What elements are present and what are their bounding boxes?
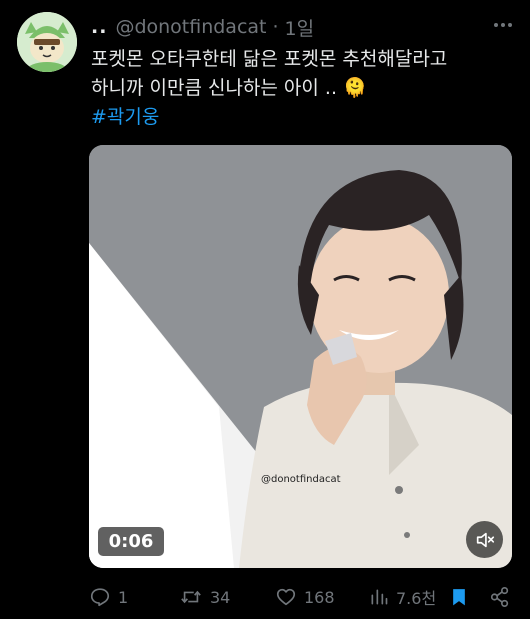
views-count: 7.6천 <box>396 589 437 608</box>
more-options-button[interactable] <box>490 13 516 37</box>
retweet-count: 34 <box>210 587 231 607</box>
avatar[interactable] <box>17 12 77 72</box>
hashtag-link[interactable]: #곽기웅 <box>91 103 511 132</box>
video-frame <box>89 145 512 568</box>
speaker-muted-icon <box>476 532 494 547</box>
bookmark-icon <box>453 589 465 606</box>
author-handle[interactable]: @donotfindacat <box>115 16 266 38</box>
views-chart-icon <box>371 589 388 605</box>
like-button[interactable]: 168 <box>275 583 335 611</box>
tweet-header: .. @donotfindacat · 1일 <box>91 13 516 41</box>
separator-dot: · <box>272 16 279 38</box>
tweet-actions: 1 34 168 7.6천 <box>89 583 514 611</box>
reply-button[interactable]: 1 <box>89 583 128 611</box>
video-timer: 0:06 <box>98 527 164 556</box>
mute-button[interactable] <box>466 521 503 558</box>
views-button[interactable]: 7.6천 <box>369 583 436 611</box>
avatar-image <box>17 12 77 72</box>
heart-icon <box>276 588 296 606</box>
reply-count: 1 <box>118 587 129 607</box>
retweet-button[interactable]: 34 <box>179 583 230 611</box>
tweet-text-line: 하니까 이만큼 신나하는 아이 .. 🫠 <box>91 77 367 99</box>
more-icon <box>494 23 512 27</box>
share-icon <box>490 587 509 607</box>
tweet-text-line: 포켓몬 오타쿠한테 닮은 포켓몬 추천해달라고 <box>91 48 448 70</box>
bookmark-button[interactable] <box>449 583 476 611</box>
share-button[interactable] <box>489 583 518 611</box>
reply-icon <box>90 588 110 607</box>
author-name[interactable]: .. <box>91 16 107 38</box>
retweet-icon <box>181 590 201 604</box>
tweet-body: 포켓몬 오타쿠한테 닮은 포켓몬 추천해달라고 하니까 이만큼 신나하는 아이 … <box>91 45 511 132</box>
video-timer-label: 0:06 <box>108 531 154 552</box>
timestamp[interactable]: 1일 <box>285 14 315 41</box>
like-count: 168 <box>304 587 335 607</box>
video-watermark: @donotfindacat <box>261 474 341 485</box>
video-player[interactable]: @donotfindacat 0:06 <box>89 145 512 568</box>
